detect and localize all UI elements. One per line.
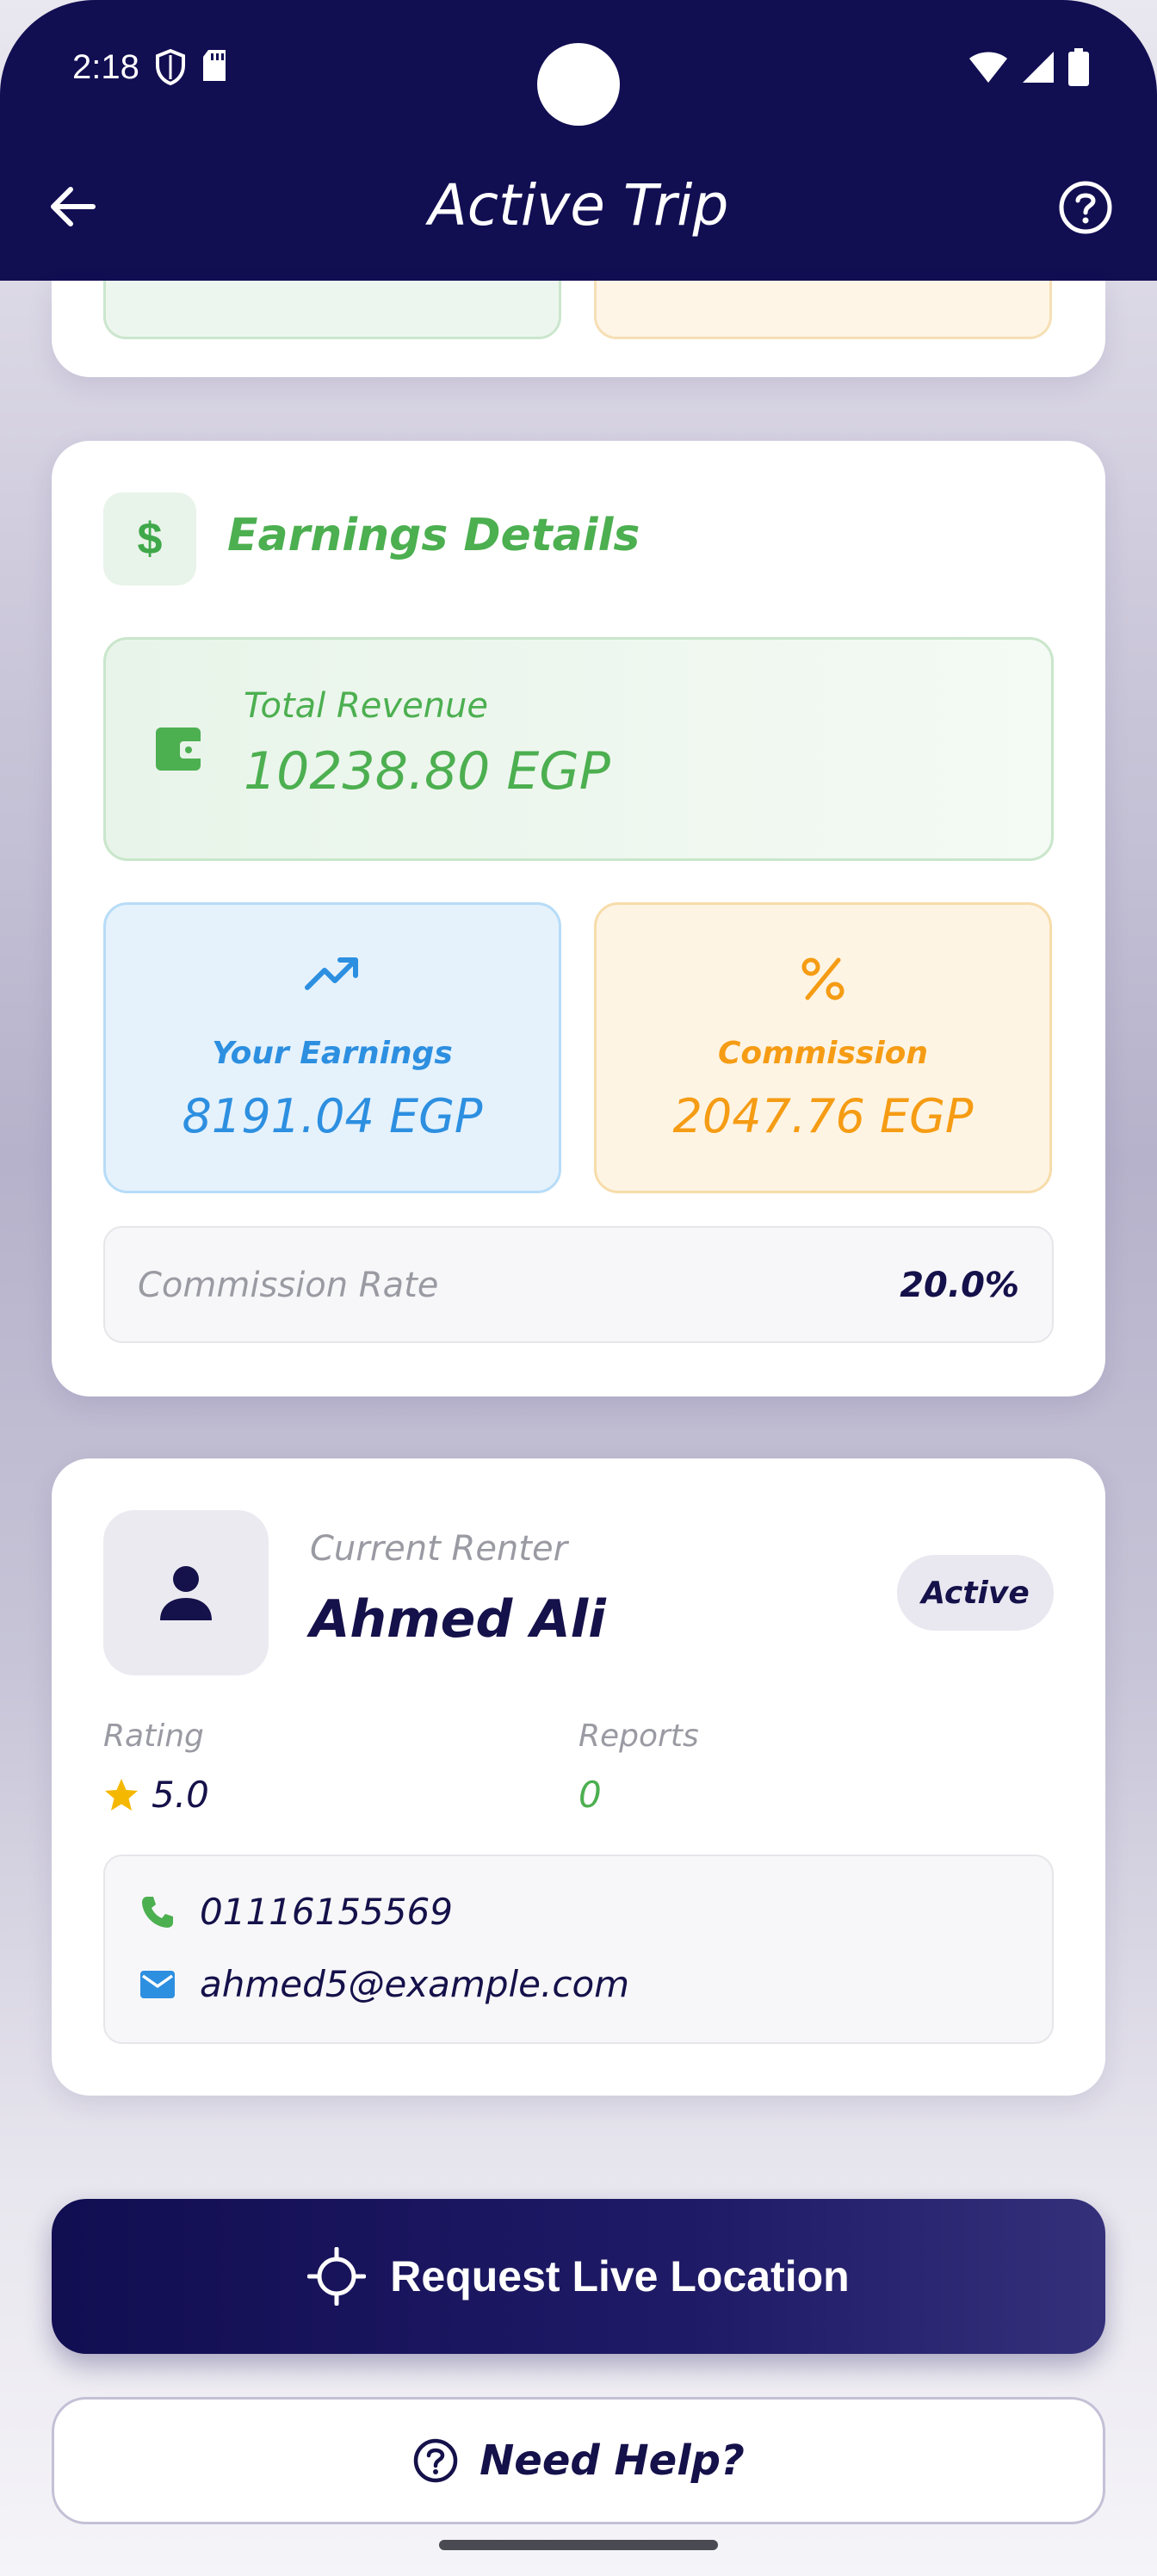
status-time: 2:18 bbox=[72, 48, 139, 86]
help-icon[interactable] bbox=[1057, 179, 1114, 236]
status-right-icons bbox=[968, 48, 1090, 86]
sd-card-icon bbox=[203, 50, 226, 81]
email-row[interactable]: ahmed5@example.com bbox=[139, 1963, 629, 2005]
commission-value: 2047.76 EGP bbox=[672, 1089, 974, 1143]
total-revenue-label: Total Revenue bbox=[244, 686, 488, 726]
signal-icon bbox=[1023, 52, 1054, 83]
need-help-button[interactable]: Need Help? bbox=[52, 2397, 1105, 2524]
your-earnings-label: Your Earnings bbox=[212, 1036, 453, 1071]
summary-stat-orange bbox=[594, 281, 1052, 339]
renter-caption: Current Renter bbox=[310, 1529, 568, 1569]
earnings-title: Earnings Details bbox=[227, 510, 640, 561]
commission-rate-value: 20.0% bbox=[900, 1266, 1019, 1305]
crosshair-icon bbox=[307, 2247, 367, 2306]
trending-up-icon bbox=[305, 957, 358, 990]
phone-icon bbox=[142, 1896, 173, 1928]
commission-rate-row: Commission Rate 20.0% bbox=[103, 1226, 1054, 1343]
commission-label: Commission bbox=[717, 1036, 929, 1071]
total-revenue-value: 10238.80 EGP bbox=[244, 741, 610, 802]
earnings-card: $ Earnings Details Total Revenue 10238.8… bbox=[52, 441, 1105, 1396]
help-circle-icon bbox=[413, 2438, 458, 2483]
email-icon bbox=[140, 1970, 175, 1998]
dollar-icon: $ bbox=[103, 492, 196, 585]
app-bar: 2:18 Active Trip bbox=[0, 0, 1157, 281]
reports-value: 0 bbox=[578, 1774, 602, 1816]
request-live-location-label: Request Live Location bbox=[390, 2252, 850, 2300]
rating-label: Rating bbox=[103, 1718, 204, 1754]
status-left-icons bbox=[155, 48, 227, 86]
rating-row: 5.0 bbox=[103, 1774, 209, 1816]
trip-summary-card bbox=[52, 281, 1105, 377]
shield-icon bbox=[156, 48, 185, 86]
screen: 2:18 Active Trip $ Earnings Details Tota… bbox=[0, 0, 1157, 2576]
page-title: Active Trip bbox=[428, 172, 729, 238]
avatar bbox=[103, 1510, 269, 1675]
star-icon bbox=[105, 1778, 138, 1811]
rating-value: 5.0 bbox=[152, 1774, 209, 1816]
renter-name: Ahmed Ali bbox=[310, 1589, 606, 1650]
wallet-icon bbox=[156, 728, 204, 771]
phone-number: 01116155569 bbox=[200, 1891, 453, 1933]
battery-icon bbox=[1068, 48, 1089, 86]
wifi-icon bbox=[969, 52, 1007, 83]
request-live-location-button[interactable]: Request Live Location bbox=[52, 2199, 1105, 2354]
percent-icon bbox=[801, 957, 845, 1000]
phone-row[interactable]: 01116155569 bbox=[139, 1891, 453, 1933]
need-help-label: Need Help? bbox=[480, 2437, 745, 2485]
person-icon bbox=[160, 1566, 212, 1620]
home-indicator[interactable] bbox=[439, 2540, 718, 2550]
reports-label: Reports bbox=[578, 1718, 699, 1754]
renter-card: Current Renter Ahmed Ali Active Rating 5… bbox=[52, 1458, 1105, 2096]
your-earnings-value: 8191.04 EGP bbox=[182, 1089, 483, 1143]
contact-info-box: 01116155569 ahmed5@example.com bbox=[103, 1855, 1054, 2044]
commission-rate-label: Commission Rate bbox=[138, 1266, 439, 1305]
summary-stat-green bbox=[103, 281, 561, 339]
camera-cutout bbox=[537, 43, 620, 126]
commission-box: Commission 2047.76 EGP bbox=[594, 902, 1052, 1193]
total-revenue-box: Total Revenue 10238.80 EGP bbox=[103, 637, 1054, 861]
your-earnings-box: Your Earnings 8191.04 EGP bbox=[103, 902, 561, 1193]
status-badge: Active bbox=[897, 1555, 1054, 1631]
email-address: ahmed5@example.com bbox=[200, 1963, 630, 2005]
